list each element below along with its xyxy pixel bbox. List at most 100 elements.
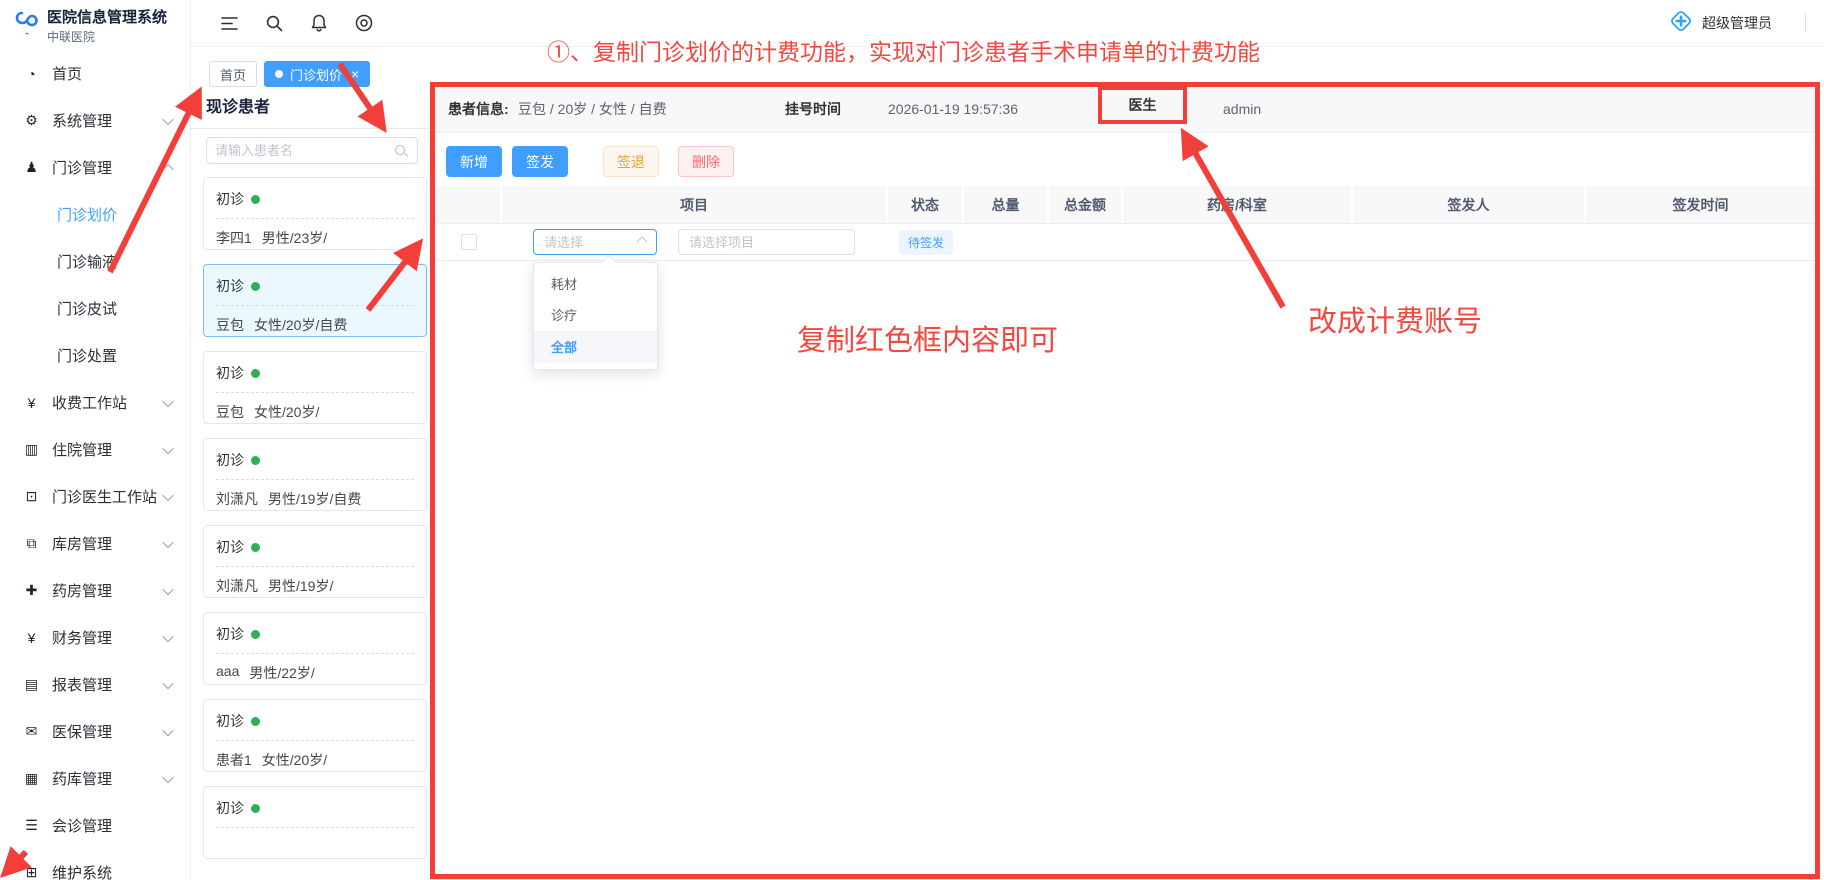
registration-time-value: 2026-01-19 19:57:36 <box>888 87 1018 132</box>
add-button[interactable]: 新增 <box>446 146 502 177</box>
billing-table: 项目 状态 总量 总金额 药房/科室 签发人 签发时间 待签发 <box>436 186 1815 261</box>
sidebar-item-finance[interactable]: ¥ 财务管理 <box>0 614 190 661</box>
header-divider <box>1805 14 1806 32</box>
sidebar-item-outpatient-skin-test[interactable]: 门诊皮试 <box>0 285 190 332</box>
dashboard-icon: ◔ <box>22 66 41 82</box>
patient-panel-title: 现诊患者 <box>206 93 270 117</box>
tab-outpatient-pricing[interactable]: 门诊划价 × <box>264 61 370 87</box>
patient-card[interactable]: 初诊 aaa男性/22岁/ <box>203 612 427 685</box>
monitor-icon: ⊡ <box>22 488 41 505</box>
sidebar-item-system[interactable]: ⚙ 系统管理 <box>0 97 190 144</box>
patient-card[interactable]: 初诊 患者1女性/20岁/ <box>203 699 427 772</box>
sidebar-item-maintenance[interactable]: ⊞ 维护系统 <box>0 849 190 880</box>
sidebar-item-consultation[interactable]: ☰ 会诊管理 <box>0 802 190 849</box>
checkout-button[interactable]: 签退 <box>603 146 659 177</box>
sidebar-item-warehouse[interactable]: ⧉ 库房管理 <box>0 520 190 567</box>
issue-button[interactable]: 签发 <box>512 146 568 177</box>
dropdown-option-treatment[interactable]: 诊疗 <box>534 300 657 331</box>
chevron-down-icon <box>162 630 173 641</box>
doctor-value: admin <box>1223 87 1261 132</box>
chevron-down-icon <box>162 724 173 735</box>
active-tab-dot-icon <box>275 70 283 78</box>
status-dot-icon <box>251 804 260 813</box>
patient-card-selected[interactable]: 初诊 豆包女性/20岁/自费 <box>203 264 427 337</box>
report-icon: ▤ <box>22 676 41 693</box>
patient-card[interactable]: 初诊 <box>203 786 427 859</box>
sidebar-item-charging-station[interactable]: ¥ 收费工作站 <box>0 379 190 426</box>
dropdown-option-all[interactable]: 全部 <box>534 331 657 363</box>
copy-icon: ⧉ <box>22 535 41 552</box>
chevron-down-icon <box>162 536 173 547</box>
delete-button[interactable]: 删除 <box>678 146 734 177</box>
hospital-name: 中联医院 <box>47 28 167 45</box>
chevron-up-icon <box>162 163 173 174</box>
status-badge: 待签发 <box>899 230 953 255</box>
chevron-up-icon <box>636 236 647 247</box>
status-dot-icon <box>251 543 260 552</box>
annotation-note-1: ①、复制门诊划价的计费功能，实现对门诊患者手术申请单的计费功能 <box>547 33 1260 67</box>
category-select[interactable] <box>533 229 657 255</box>
collapse-menu-icon[interactable] <box>220 14 238 32</box>
status-dot-icon <box>251 195 260 204</box>
chevron-down-icon <box>162 489 173 500</box>
category-dropdown: 耗材 诊疗 全部 <box>533 262 658 370</box>
table-header-amount: 总金额 <box>1049 186 1123 223</box>
bell-icon[interactable] <box>310 14 328 32</box>
patient-card[interactable]: 初诊 刘潇凡男性/19岁/自费 <box>203 438 427 511</box>
patient-card[interactable]: 初诊 李四1男性/23岁/ <box>203 177 427 250</box>
item-search-field <box>678 229 855 255</box>
doctor-label-highlight-box: 医生 <box>1098 86 1187 124</box>
search-icon[interactable] <box>393 143 409 159</box>
patient-card[interactable]: 初诊 豆包女性/20岁/ <box>203 351 427 424</box>
sidebar-item-reports[interactable]: ▤ 报表管理 <box>0 661 190 708</box>
table-header-status: 状态 <box>888 186 964 223</box>
user-menu[interactable]: 超级管理员 <box>1669 0 1806 46</box>
sidebar: ▪▪▪ 医院信息管理系统 中联医院 ◔ 首页 ⚙ 系统管理 ♟ 门诊管理 <box>0 0 191 880</box>
sidebar-item-home[interactable]: ◔ 首页 <box>0 50 190 97</box>
gear-icon: ⚙ <box>22 112 41 129</box>
search-icon[interactable] <box>265 14 283 32</box>
yen-icon: ¥ <box>22 630 41 646</box>
sidebar-item-insurance[interactable]: ✉ 医保管理 <box>0 708 190 755</box>
dropdown-option-consumables[interactable]: 耗材 <box>534 269 657 300</box>
tab-home[interactable]: 首页 <box>209 61 257 87</box>
chevron-down-icon <box>162 113 173 124</box>
table-header-issue-time: 签发时间 <box>1586 186 1815 223</box>
status-dot-icon <box>251 630 260 639</box>
patient-search-input[interactable] <box>207 143 393 158</box>
sidebar-item-outpatient-disposal[interactable]: 门诊处置 <box>0 332 190 379</box>
sidebar-item-doctor-station[interactable]: ⊡ 门诊医生工作站 <box>0 473 190 520</box>
sidebar-item-outpatient-infusion[interactable]: 门诊输液 <box>0 238 190 285</box>
user-name: 超级管理员 <box>1702 13 1772 33</box>
annotation-note-2: 复制红色框内容即可 <box>797 317 1058 359</box>
sidebar-item-inpatient[interactable]: ▥ 住院管理 <box>0 426 190 473</box>
close-icon[interactable]: × <box>351 67 359 81</box>
category-select-input[interactable] <box>534 235 638 250</box>
patient-info-label: 患者信息: <box>448 87 509 132</box>
image-icon: ▦ <box>22 770 41 787</box>
screenfull-icon[interactable] <box>355 14 373 32</box>
sidebar-item-pharmacy[interactable]: ✚ 药房管理 <box>0 567 190 614</box>
sidebar-item-outpatient-pricing[interactable]: 门诊划价 <box>0 191 190 238</box>
table-header-item: 项目 <box>502 186 888 223</box>
patient-card[interactable]: 初诊 刘潇凡男性/19岁/ <box>203 525 427 598</box>
status-dot-icon <box>251 456 260 465</box>
sidebar-item-drug-store[interactable]: ▦ 药库管理 <box>0 755 190 802</box>
sidebar-item-outpatient[interactable]: ♟ 门诊管理 <box>0 144 190 191</box>
list-icon: ☰ <box>22 817 41 834</box>
registration-time-label: 挂号时间 <box>785 87 841 132</box>
toolbar: 新增 签发 签退 删除 <box>446 146 734 177</box>
app-root: 超级管理员 ▪▪▪ 医院信息管理系统 中联医院 ◔ 首页 ⚙ 系统管理 <box>0 0 1824 880</box>
app-logo-icon: ▪▪▪ <box>14 9 40 37</box>
patient-info-value: 豆包 / 20岁 / 女性 / 自费 <box>518 87 667 132</box>
item-search-input[interactable] <box>679 235 854 250</box>
status-dot-icon <box>251 282 260 291</box>
panel-divider <box>191 128 430 129</box>
row-checkbox[interactable] <box>461 234 477 250</box>
status-dot-icon <box>251 717 260 726</box>
annotation-note-3: 改成计费账号 <box>1308 298 1482 340</box>
chevron-down-icon <box>162 583 173 594</box>
mail-icon: ✉ <box>22 723 41 740</box>
table-row: 待签发 <box>436 224 1815 261</box>
status-dot-icon <box>251 369 260 378</box>
